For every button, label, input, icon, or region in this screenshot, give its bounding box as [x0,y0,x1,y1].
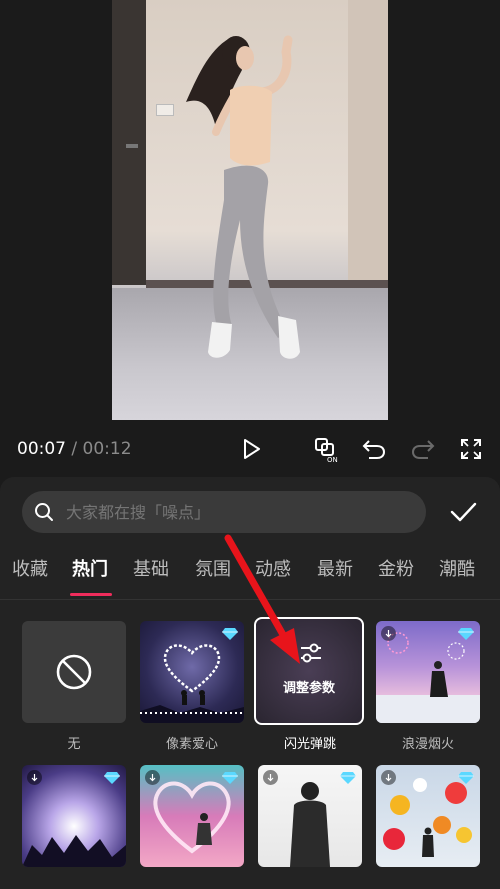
adjust-params-icon [301,643,321,663]
total-time: 00:12 [82,439,132,459]
adjust-params-label: 调整参数 [282,681,335,696]
effect-tile-pixel-heart[interactable] [140,621,244,723]
download-icon [27,770,42,785]
effect-tile[interactable] [258,765,362,867]
search-input[interactable] [66,491,406,533]
fullscreen-icon [461,439,481,459]
tab-trendy[interactable]: 潮酷 [439,555,475,581]
fullscreen-button[interactable] [456,434,486,464]
download-icon [381,770,396,785]
check-icon[interactable] [448,497,478,527]
video-frame[interactable] [112,0,388,420]
tab-atmosphere[interactable]: 氛围 [195,555,231,581]
time-separator: / [71,439,78,459]
redo-button[interactable] [408,434,438,464]
undo-icon [362,440,386,459]
search-bar[interactable] [22,491,426,533]
premium-gem-icon [458,772,474,784]
play-icon [244,439,260,459]
video-preview-area [0,0,500,428]
active-tab-indicator [70,593,112,596]
effect-tile[interactable] [22,765,126,867]
timecode: 00:07 / 00:12 [17,439,132,459]
effects-panel: 收藏 热门 基础 氛围 动感 最新 金粉 潮酷 无 像素爱心 [0,477,500,889]
playback-controls: 00:07 / 00:12 ON [0,428,500,470]
effect-label: 像素爱心 [165,737,218,752]
effect-label: 无 [67,737,81,752]
redo-icon [411,440,435,459]
dancer-figure [186,35,300,359]
play-button[interactable] [236,434,266,464]
tab-newest[interactable]: 最新 [317,555,353,581]
premium-gem-icon [458,628,474,640]
download-icon [381,626,396,641]
search-icon [35,503,53,521]
download-icon [145,770,160,785]
effect-tile[interactable] [140,765,244,867]
premium-gem-icon [104,772,120,784]
tab-dynamic[interactable]: 动感 [255,555,291,581]
undo-button[interactable] [359,434,389,464]
effect-label: 闪光弹跳 [283,737,336,752]
tabs-divider [0,599,500,600]
effect-label: 浪漫烟火 [401,737,454,752]
download-icon [263,770,278,785]
premium-gem-icon [222,628,238,640]
tab-basic[interactable]: 基础 [133,555,169,581]
tab-favorites[interactable]: 收藏 [12,555,48,581]
effect-tile-flash-bounce[interactable]: 调整参数 [254,617,364,725]
effect-tile-none[interactable] [22,621,126,723]
category-tabs: 收藏 热门 基础 氛围 动感 最新 金粉 潮酷 [0,551,500,599]
svg-text:ON: ON [327,456,338,463]
premium-gem-icon [340,772,356,784]
effect-tile[interactable] [376,765,480,867]
no-effect-icon [56,654,92,690]
caption-toggle-button[interactable]: ON [312,434,342,464]
premium-gem-icon [222,772,238,784]
current-time: 00:07 [17,439,66,459]
caption-on-icon: ON [315,438,338,463]
tab-hot[interactable]: 热门 [72,555,108,581]
tab-gold-powder[interactable]: 金粉 [378,555,414,581]
effect-tile-romantic-fireworks[interactable] [376,621,480,723]
